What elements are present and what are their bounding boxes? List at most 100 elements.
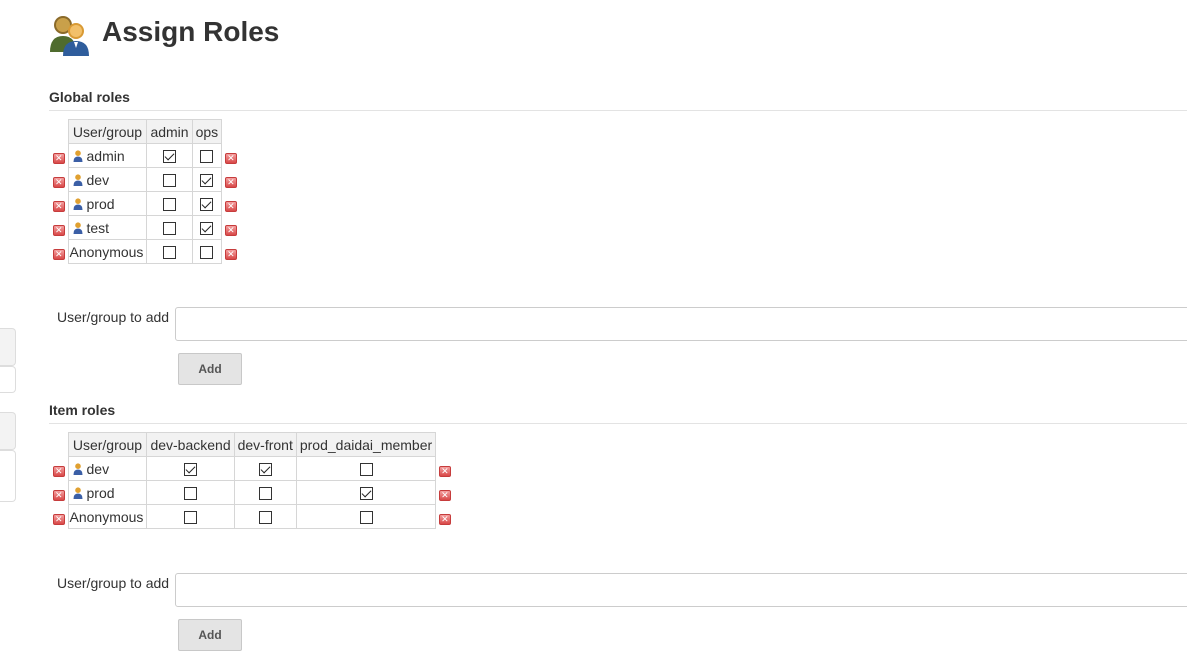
role-cell bbox=[233, 504, 297, 529]
user-group-name: admin bbox=[86, 147, 125, 164]
delete-icon[interactable]: ✕ bbox=[438, 465, 451, 477]
role-checkbox[interactable] bbox=[359, 487, 373, 501]
role-checkbox[interactable] bbox=[258, 511, 272, 525]
delete-icon[interactable]: ✕ bbox=[52, 176, 65, 188]
role-cell bbox=[146, 239, 193, 264]
item-roles-heading: Item roles bbox=[49, 402, 1187, 424]
role-checkbox[interactable] bbox=[200, 246, 214, 260]
delete-icon[interactable]: ✕ bbox=[52, 200, 65, 212]
role-checkbox[interactable] bbox=[258, 487, 272, 501]
role-cell bbox=[191, 215, 223, 240]
global-roles-heading: Global roles bbox=[49, 89, 1187, 111]
column-header-role: admin bbox=[146, 119, 193, 144]
role-checkbox[interactable] bbox=[163, 198, 176, 212]
user-icon bbox=[73, 486, 82, 499]
delete-icon[interactable]: ✕ bbox=[224, 176, 237, 188]
table-row: ✕ prod ✕ bbox=[50, 480, 454, 505]
role-checkbox[interactable] bbox=[184, 511, 198, 525]
role-cell bbox=[295, 456, 437, 481]
user-group-cell: dev bbox=[67, 456, 148, 481]
role-cell bbox=[191, 239, 223, 264]
user-group-cell: Anonymous bbox=[67, 239, 148, 264]
item-add-label: User/group to add bbox=[57, 575, 170, 591]
role-cell bbox=[146, 167, 193, 192]
user-icon bbox=[73, 173, 82, 186]
table-row: ✕ prod ✕ bbox=[50, 191, 240, 216]
role-checkbox[interactable] bbox=[200, 222, 214, 236]
user-icon bbox=[73, 462, 82, 475]
user-group-name: Anonymous bbox=[69, 243, 144, 260]
role-checkbox[interactable] bbox=[184, 463, 198, 477]
user-group-name: test bbox=[86, 219, 110, 236]
role-checkbox[interactable] bbox=[258, 463, 272, 477]
role-checkbox[interactable] bbox=[200, 150, 214, 164]
user-group-cell: prod bbox=[67, 480, 148, 505]
role-cell bbox=[233, 456, 297, 481]
role-checkbox[interactable] bbox=[184, 487, 198, 501]
delete-icon[interactable]: ✕ bbox=[224, 152, 237, 164]
user-group-cell: dev bbox=[67, 167, 148, 192]
table-row: ✕ dev ✕ bbox=[50, 167, 240, 192]
role-cell bbox=[295, 504, 437, 529]
user-icon bbox=[73, 221, 82, 234]
delete-icon[interactable]: ✕ bbox=[52, 248, 65, 260]
users-icon bbox=[50, 16, 89, 56]
item-add-button[interactable]: Add bbox=[178, 619, 242, 651]
user-group-cell: Anonymous bbox=[67, 504, 148, 529]
delete-icon[interactable]: ✕ bbox=[52, 513, 65, 525]
table-row: ✕ test ✕ bbox=[50, 215, 240, 240]
role-cell bbox=[146, 504, 235, 529]
delete-icon[interactable]: ✕ bbox=[438, 513, 451, 525]
delete-icon[interactable]: ✕ bbox=[224, 248, 237, 260]
delete-icon[interactable]: ✕ bbox=[52, 152, 65, 164]
user-icon bbox=[73, 197, 82, 210]
user-icon bbox=[73, 149, 82, 162]
column-header-user-group: User/group bbox=[67, 119, 148, 144]
user-group-name: Anonymous bbox=[69, 508, 144, 525]
role-checkbox[interactable] bbox=[163, 246, 176, 260]
role-cell bbox=[191, 167, 223, 192]
role-cell bbox=[233, 480, 297, 505]
item-user-group-input[interactable] bbox=[175, 573, 1187, 607]
global-add-label: User/group to add bbox=[57, 309, 170, 325]
role-checkbox[interactable] bbox=[359, 511, 373, 525]
role-checkbox[interactable] bbox=[163, 174, 176, 188]
delete-icon[interactable]: ✕ bbox=[52, 224, 65, 236]
page-title: Assign Roles bbox=[102, 16, 280, 47]
global-add-button[interactable]: Add bbox=[178, 353, 242, 385]
column-header-role: ops bbox=[191, 119, 223, 144]
role-cell bbox=[146, 191, 193, 216]
role-cell bbox=[146, 480, 235, 505]
table-row: ✕ Anonymous ✕ bbox=[50, 239, 240, 264]
delete-icon[interactable]: ✕ bbox=[224, 224, 237, 236]
column-header-role: prod_daidai_member bbox=[295, 432, 437, 457]
role-cell bbox=[191, 191, 223, 216]
role-checkbox[interactable] bbox=[359, 463, 373, 477]
delete-icon[interactable]: ✕ bbox=[52, 489, 65, 501]
user-group-cell: prod bbox=[67, 191, 148, 216]
role-cell bbox=[146, 143, 193, 168]
role-cell bbox=[191, 143, 223, 168]
role-checkbox[interactable] bbox=[163, 222, 176, 236]
global-roles-table: User/group admin ops ✕ admin ✕ ✕ dev ✕ ✕ prod ✕ ✕… bbox=[50, 119, 240, 264]
user-group-name: prod bbox=[86, 195, 115, 212]
table-row: ✕ admin ✕ bbox=[50, 143, 240, 168]
user-group-name: dev bbox=[86, 171, 110, 188]
column-header-role: dev-backend bbox=[146, 432, 235, 457]
sidebar-tab[interactable] bbox=[0, 450, 16, 502]
sidebar-tab[interactable] bbox=[0, 328, 16, 366]
assign-roles-page: Assign Roles Global roles User/group adm… bbox=[0, 0, 1187, 665]
role-checkbox[interactable] bbox=[200, 198, 214, 212]
table-row: ✕ Anonymous ✕ bbox=[50, 504, 454, 529]
global-user-group-input[interactable] bbox=[175, 307, 1187, 341]
column-header-user-group: User/group bbox=[67, 432, 148, 457]
sidebar-tab[interactable] bbox=[0, 412, 16, 450]
user-group-cell: admin bbox=[67, 143, 148, 168]
delete-icon[interactable]: ✕ bbox=[438, 489, 451, 501]
sidebar-tab[interactable] bbox=[0, 366, 16, 393]
delete-icon[interactable]: ✕ bbox=[224, 200, 237, 212]
role-checkbox[interactable] bbox=[163, 150, 176, 164]
user-group-cell: test bbox=[67, 215, 148, 240]
role-checkbox[interactable] bbox=[200, 174, 214, 188]
delete-icon[interactable]: ✕ bbox=[52, 465, 65, 477]
